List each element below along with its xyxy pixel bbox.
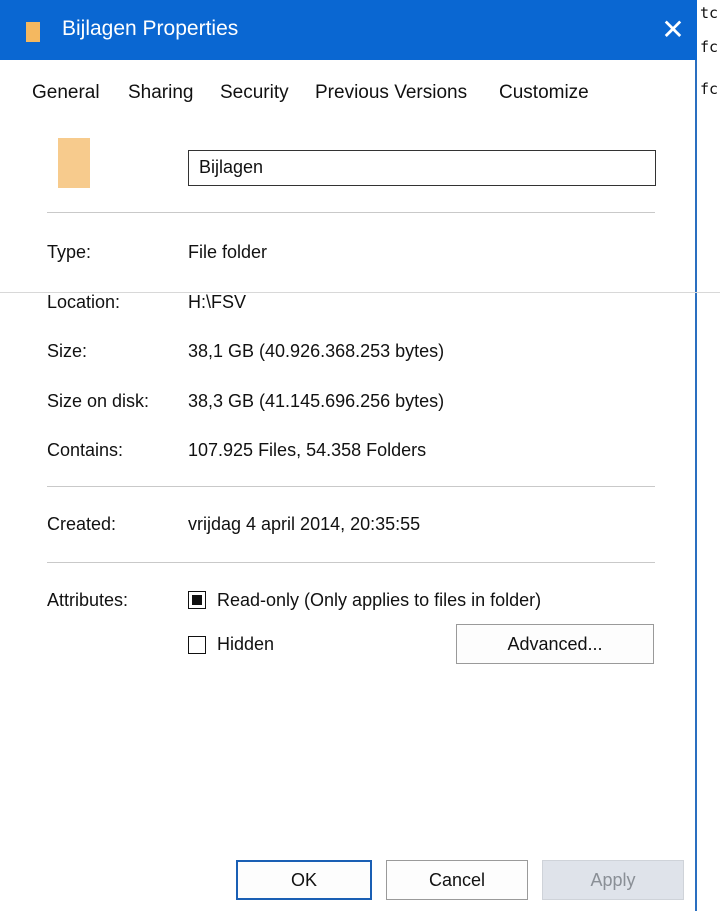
divider	[47, 212, 655, 213]
created-value: vrijdag 4 april 2014, 20:35:55	[188, 514, 421, 534]
indeterminate-mark	[192, 595, 202, 605]
tab-previous-versions[interactable]: Previous Versions	[315, 82, 467, 104]
attributes-label: Attributes:	[47, 590, 129, 610]
folder-icon	[26, 22, 40, 42]
scan-artifact-line	[0, 292, 720, 293]
size-on-disk-label: Size on disk:	[47, 391, 150, 411]
tab-general[interactable]: General	[32, 82, 100, 104]
cancel-button[interactable]: Cancel	[386, 860, 528, 900]
hidden-checkbox[interactable]	[188, 636, 206, 654]
background-window-text: fc	[700, 80, 719, 98]
ok-button[interactable]: OK	[236, 860, 372, 900]
tab-customize[interactable]: Customize	[499, 82, 589, 104]
tab-sharing[interactable]: Sharing	[128, 82, 194, 104]
background-window-text: fc	[700, 38, 719, 56]
window-title: Bijlagen Properties	[62, 17, 239, 40]
background-window-text: tc	[700, 4, 719, 22]
size-label: Size:	[47, 341, 88, 361]
folder-icon	[58, 138, 90, 188]
read-only-label[interactable]: Read-only (Only applies to files in fold…	[217, 590, 541, 611]
divider	[47, 562, 655, 563]
contains-value: 107.925 Files, 54.358 Folders	[188, 440, 427, 460]
properties-dialog: Bijlagen Properties ✕ General Sharing Se…	[0, 0, 697, 911]
advanced-button[interactable]: Advanced...	[456, 624, 654, 664]
apply-button[interactable]: Apply	[542, 860, 684, 900]
type-value: File folder	[188, 242, 268, 262]
size-on-disk-value: 38,3 GB (41.145.696.256 bytes)	[188, 391, 445, 411]
folder-name-input[interactable]: Bijlagen	[188, 150, 656, 186]
divider	[47, 486, 655, 487]
hidden-label[interactable]: Hidden	[217, 634, 274, 655]
tab-security[interactable]: Security	[220, 82, 289, 104]
title-bar[interactable]: Bijlagen Properties ✕	[0, 0, 697, 60]
close-button[interactable]: ✕	[652, 8, 694, 52]
type-label: Type:	[47, 242, 92, 262]
read-only-checkbox[interactable]	[188, 591, 206, 609]
location-value: H:\FSV	[188, 292, 247, 312]
created-label: Created:	[47, 514, 117, 534]
size-value: 38,1 GB (40.926.368.253 bytes)	[188, 341, 445, 361]
location-label: Location:	[47, 292, 121, 312]
contains-label: Contains:	[47, 440, 124, 460]
